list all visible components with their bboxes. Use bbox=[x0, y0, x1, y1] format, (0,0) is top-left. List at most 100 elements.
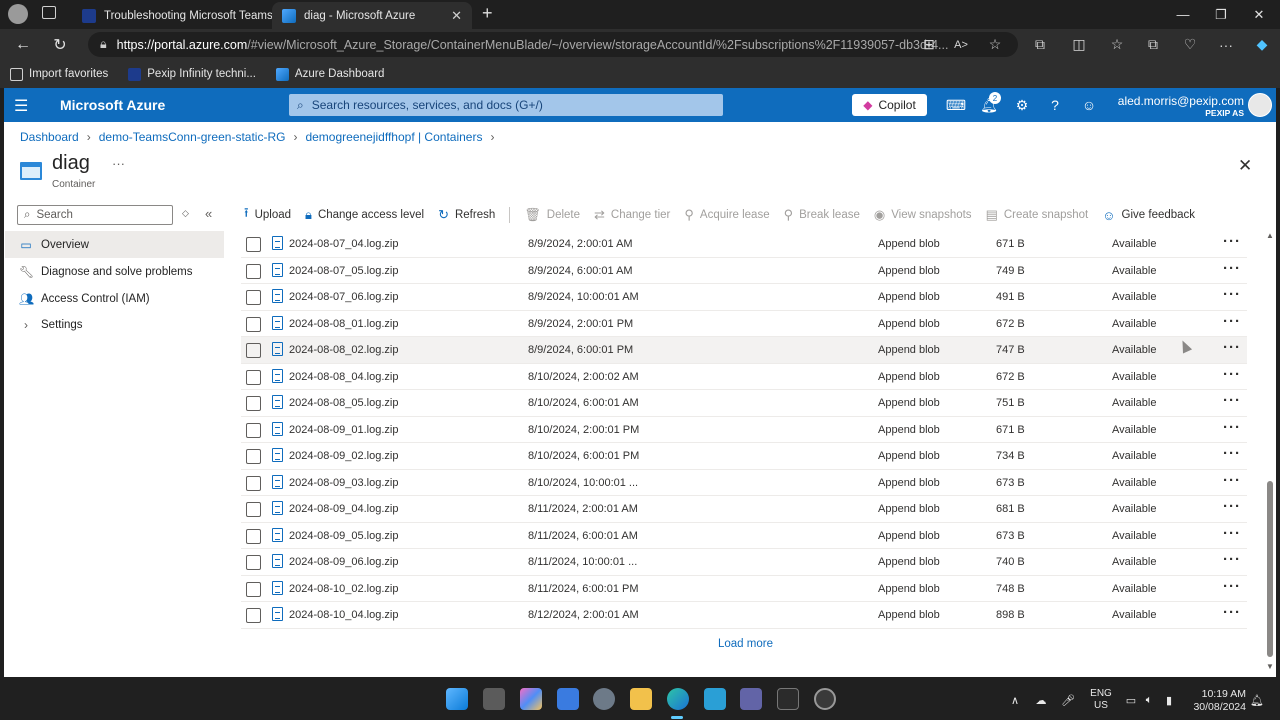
tab-troubleshooting[interactable]: Troubleshooting Microsoft Teams ✕ bbox=[72, 2, 272, 29]
blob-name[interactable]: 2024-08-08_02.log.zip bbox=[289, 344, 398, 356]
collections-icon[interactable]: ⧉ bbox=[1138, 29, 1168, 60]
blob-name[interactable]: 2024-08-09_04.log.zip bbox=[289, 503, 398, 515]
blob-name[interactable]: 2024-08-08_05.log.zip bbox=[289, 397, 398, 409]
row-more-icon[interactable]: ··· bbox=[1223, 392, 1241, 409]
favorite-import[interactable]: Import favorites bbox=[10, 67, 108, 81]
row-checkbox[interactable] bbox=[246, 396, 261, 411]
row-checkbox[interactable] bbox=[246, 608, 261, 623]
blob-name[interactable]: 2024-08-09_02.log.zip bbox=[289, 450, 398, 462]
tab-diag-azure[interactable]: diag - Microsoft Azure ✕ bbox=[272, 2, 472, 29]
row-checkbox[interactable] bbox=[246, 555, 261, 570]
more-options-icon[interactable]: ··· bbox=[112, 156, 125, 171]
table-row[interactable]: 2024-08-09_04.log.zip 8/11/2024, 2:00:01 … bbox=[241, 496, 1247, 523]
avatar[interactable] bbox=[1248, 93, 1272, 117]
table-row[interactable]: 2024-08-09_06.log.zip 8/11/2024, 10:00:01… bbox=[241, 549, 1247, 576]
network-icon[interactable]: ☁ bbox=[1030, 680, 1052, 720]
row-more-icon[interactable]: ··· bbox=[1223, 286, 1241, 303]
sidebar-item-diagnose[interactable]: 🔧︎ Diagnose and solve problems bbox=[5, 258, 224, 285]
table-row[interactable]: 2024-08-08_02.log.zip 8/9/2024, 6:00:01 P… bbox=[241, 337, 1247, 364]
row-more-icon[interactable]: ··· bbox=[1223, 260, 1241, 277]
change-access-level-button[interactable]: 🔒︎ Change access level bbox=[305, 207, 424, 223]
row-more-icon[interactable]: ··· bbox=[1223, 498, 1241, 515]
table-row[interactable]: 2024-08-07_04.log.zip 8/9/2024, 2:00:01 A… bbox=[241, 231, 1247, 258]
close-window-icon[interactable]: ✕ bbox=[1240, 0, 1278, 29]
nav-search-input[interactable]: ⌕ Search bbox=[17, 205, 173, 225]
system-clock[interactable]: 10:19 AM 30/08/2024 bbox=[1162, 688, 1246, 714]
row-more-icon[interactable]: ··· bbox=[1223, 578, 1241, 595]
row-checkbox[interactable] bbox=[246, 502, 261, 517]
sidebar-item-settings[interactable]: › Settings bbox=[5, 311, 224, 338]
cloud-shell-icon[interactable]: ⌨ bbox=[944, 93, 968, 117]
refresh-button[interactable]: ↻ Refresh bbox=[438, 207, 495, 223]
vertical-scrollbar[interactable]: ▲ ▼ bbox=[1265, 231, 1277, 671]
sort-icon[interactable]: ◇ bbox=[182, 208, 189, 219]
table-row[interactable]: 2024-08-09_01.log.zip 8/10/2024, 2:00:01 … bbox=[241, 417, 1247, 443]
breadcrumb-storage-containers[interactable]: demogreenejidffhopf | Containers bbox=[305, 130, 482, 144]
blob-name[interactable]: 2024-08-07_04.log.zip bbox=[289, 238, 398, 250]
sidebar-item-overview[interactable]: ▭ Overview bbox=[5, 231, 224, 258]
store-icon[interactable] bbox=[557, 688, 579, 710]
table-row[interactable]: 2024-08-07_05.log.zip 8/9/2024, 6:00:01 A… bbox=[241, 258, 1247, 284]
help-icon[interactable]: ? bbox=[1043, 93, 1067, 117]
show-hidden-icons-chevron-icon[interactable]: ∧ bbox=[1006, 680, 1024, 720]
minimize-icon[interactable]: — bbox=[1164, 0, 1202, 29]
copilot-app-icon[interactable] bbox=[520, 688, 542, 710]
app-available-icon[interactable]: ⊞ bbox=[914, 29, 944, 60]
favorite-pexip[interactable]: Pexip Infinity techni... bbox=[128, 67, 256, 81]
close-blade-button[interactable]: ✕ bbox=[1238, 156, 1252, 176]
row-more-icon[interactable]: ··· bbox=[1223, 525, 1241, 542]
tab-actions-icon[interactable] bbox=[42, 6, 56, 19]
collapse-menu-icon[interactable]: « bbox=[205, 206, 212, 221]
blob-name[interactable]: 2024-08-07_05.log.zip bbox=[289, 265, 398, 277]
table-row[interactable]: 2024-08-08_01.log.zip 8/9/2024, 2:00:01 P… bbox=[241, 311, 1247, 337]
breadcrumb-dashboard[interactable]: Dashboard bbox=[20, 130, 79, 144]
acquire-lease-button[interactable]: ⚲ Acquire lease bbox=[684, 207, 769, 223]
row-more-icon[interactable]: ··· bbox=[1223, 366, 1241, 383]
global-search-input[interactable]: ⌕ Search resources, services, and docs (… bbox=[289, 94, 723, 116]
delete-button[interactable]: 🗑︎ Delete bbox=[524, 207, 580, 223]
settings-app-icon[interactable] bbox=[593, 688, 615, 710]
table-row[interactable]: 2024-08-09_02.log.zip 8/10/2024, 6:00:01 … bbox=[241, 443, 1247, 470]
start-icon[interactable] bbox=[446, 688, 468, 710]
url-field[interactable]: 🔒︎ https://portal.azure.com /#view/Micro… bbox=[88, 32, 1018, 57]
chrome-canary-icon[interactable] bbox=[814, 688, 836, 710]
break-lease-button[interactable]: ⚲ Break lease bbox=[784, 207, 860, 223]
breadcrumb-resource-group[interactable]: demo-TeamsConn-green-static-RG bbox=[99, 130, 286, 144]
feedback-icon[interactable]: ☺ bbox=[1077, 93, 1101, 117]
portal-menu-icon[interactable]: ☰ bbox=[14, 96, 28, 116]
new-tab-button[interactable]: + bbox=[482, 3, 493, 24]
row-more-icon[interactable]: ··· bbox=[1223, 445, 1241, 462]
terminal-icon[interactable] bbox=[777, 688, 799, 710]
row-checkbox[interactable] bbox=[246, 449, 261, 464]
blob-name[interactable]: 2024-08-09_06.log.zip bbox=[289, 556, 398, 568]
settings-more-icon[interactable]: ··· bbox=[1211, 29, 1241, 60]
row-checkbox[interactable] bbox=[246, 316, 261, 332]
row-more-icon[interactable]: ··· bbox=[1223, 339, 1241, 356]
row-more-icon[interactable]: ··· bbox=[1223, 551, 1241, 568]
blob-name[interactable]: 2024-08-10_04.log.zip bbox=[289, 609, 398, 621]
whiteboard-icon[interactable] bbox=[704, 688, 726, 710]
settings-gear-icon[interactable]: ⚙ bbox=[1010, 93, 1034, 117]
scrollbar-thumb[interactable] bbox=[1267, 481, 1273, 657]
blob-name[interactable]: 2024-08-08_04.log.zip bbox=[289, 371, 398, 383]
create-snapshot-button[interactable]: ▤ Create snapshot bbox=[986, 207, 1089, 223]
blob-name[interactable]: 2024-08-07_06.log.zip bbox=[289, 291, 398, 303]
row-more-icon[interactable]: ··· bbox=[1223, 472, 1241, 489]
table-row[interactable]: 2024-08-08_04.log.zip 8/10/2024, 2:00:02 … bbox=[241, 364, 1247, 390]
display-icon[interactable]: ▭ bbox=[1122, 680, 1140, 720]
table-row[interactable]: 2024-08-07_06.log.zip 8/9/2024, 10:00:01 … bbox=[241, 284, 1247, 311]
row-checkbox[interactable] bbox=[246, 475, 261, 491]
task-view-icon[interactable] bbox=[483, 688, 505, 710]
row-checkbox[interactable] bbox=[246, 528, 261, 544]
volume-icon[interactable]: 🔈︎ bbox=[1140, 680, 1158, 720]
row-checkbox[interactable] bbox=[246, 581, 261, 597]
row-more-icon[interactable]: ··· bbox=[1223, 313, 1241, 330]
scroll-up-icon[interactable]: ▲ bbox=[1266, 231, 1274, 240]
notifications-icon[interactable]: 🔔︎ bbox=[1248, 680, 1266, 720]
row-more-icon[interactable]: ··· bbox=[1223, 233, 1241, 250]
blob-name[interactable]: 2024-08-09_01.log.zip bbox=[289, 424, 398, 436]
view-snapshots-button[interactable]: ◉ View snapshots bbox=[874, 207, 972, 223]
split-screen-icon[interactable]: ◫ bbox=[1064, 29, 1094, 60]
table-row[interactable]: 2024-08-10_04.log.zip 8/12/2024, 2:00:01 … bbox=[241, 602, 1247, 629]
table-row[interactable]: 2024-08-08_05.log.zip 8/10/2024, 6:00:01 … bbox=[241, 390, 1247, 417]
